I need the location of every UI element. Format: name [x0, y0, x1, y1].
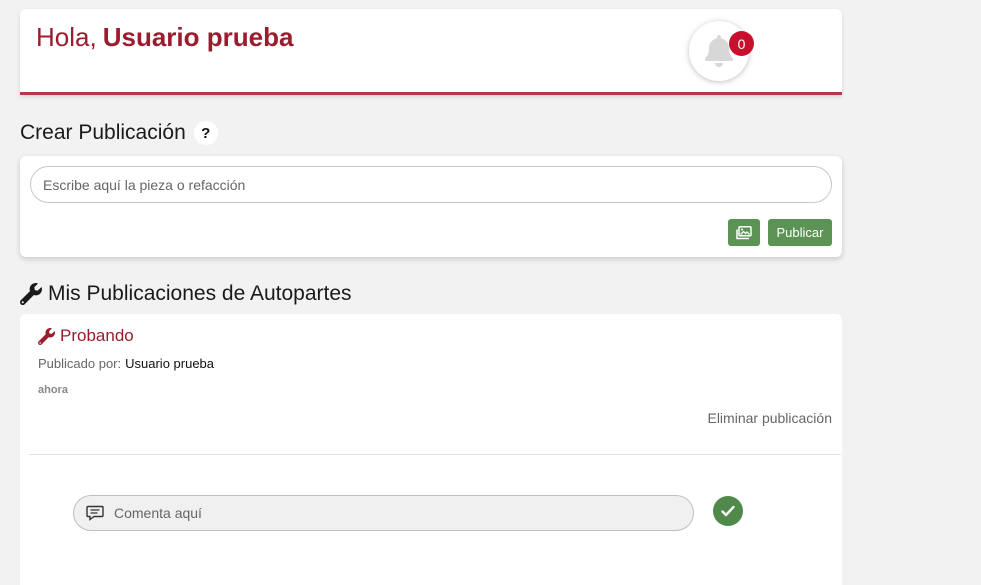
send-comment-button[interactable] — [713, 496, 743, 526]
check-icon — [721, 505, 735, 517]
delete-post-link[interactable]: Eliminar publicación — [707, 410, 832, 426]
post-timestamp: ahora — [38, 384, 68, 396]
my-posts-title-text: Mis Publicaciones de Autopartes — [48, 282, 352, 305]
post-author: Usuario prueba — [125, 356, 215, 371]
greeting-text: Hola, Usuario prueba — [36, 22, 293, 53]
wrench-icon — [20, 283, 42, 305]
comment-icon — [86, 505, 104, 521]
comment-field[interactable] — [73, 495, 694, 531]
post-title: Probando — [38, 326, 134, 346]
greeting-label: Hola, — [36, 22, 97, 52]
notification-count-badge: 0 — [729, 31, 754, 56]
help-button[interactable]: ? — [193, 121, 218, 145]
create-post-title: Crear Publicación ? — [20, 121, 218, 145]
create-post-title-text: Crear Publicación — [20, 121, 186, 144]
published-by-label: Publicado por: — [38, 356, 122, 371]
wrench-icon — [38, 327, 55, 345]
user-name: Usuario prueba — [102, 22, 294, 52]
attach-image-button[interactable] — [728, 219, 760, 246]
part-search-input[interactable] — [30, 166, 832, 203]
post-card: Probando Publicado por: Usuario prueba ah… — [20, 314, 842, 585]
post-author-line: Publicado por: Usuario prueba — [38, 356, 214, 371]
create-post-card: Publicar — [20, 156, 842, 257]
publish-button[interactable]: Publicar — [768, 219, 832, 246]
post-title-text: Probando — [60, 326, 134, 345]
greeting-header: Hola, Usuario prueba 0 — [20, 9, 842, 95]
divider — [29, 454, 841, 455]
my-posts-title: Mis Publicaciones de Autopartes — [20, 282, 352, 306]
images-icon — [736, 225, 752, 239]
comment-input[interactable] — [114, 505, 674, 521]
